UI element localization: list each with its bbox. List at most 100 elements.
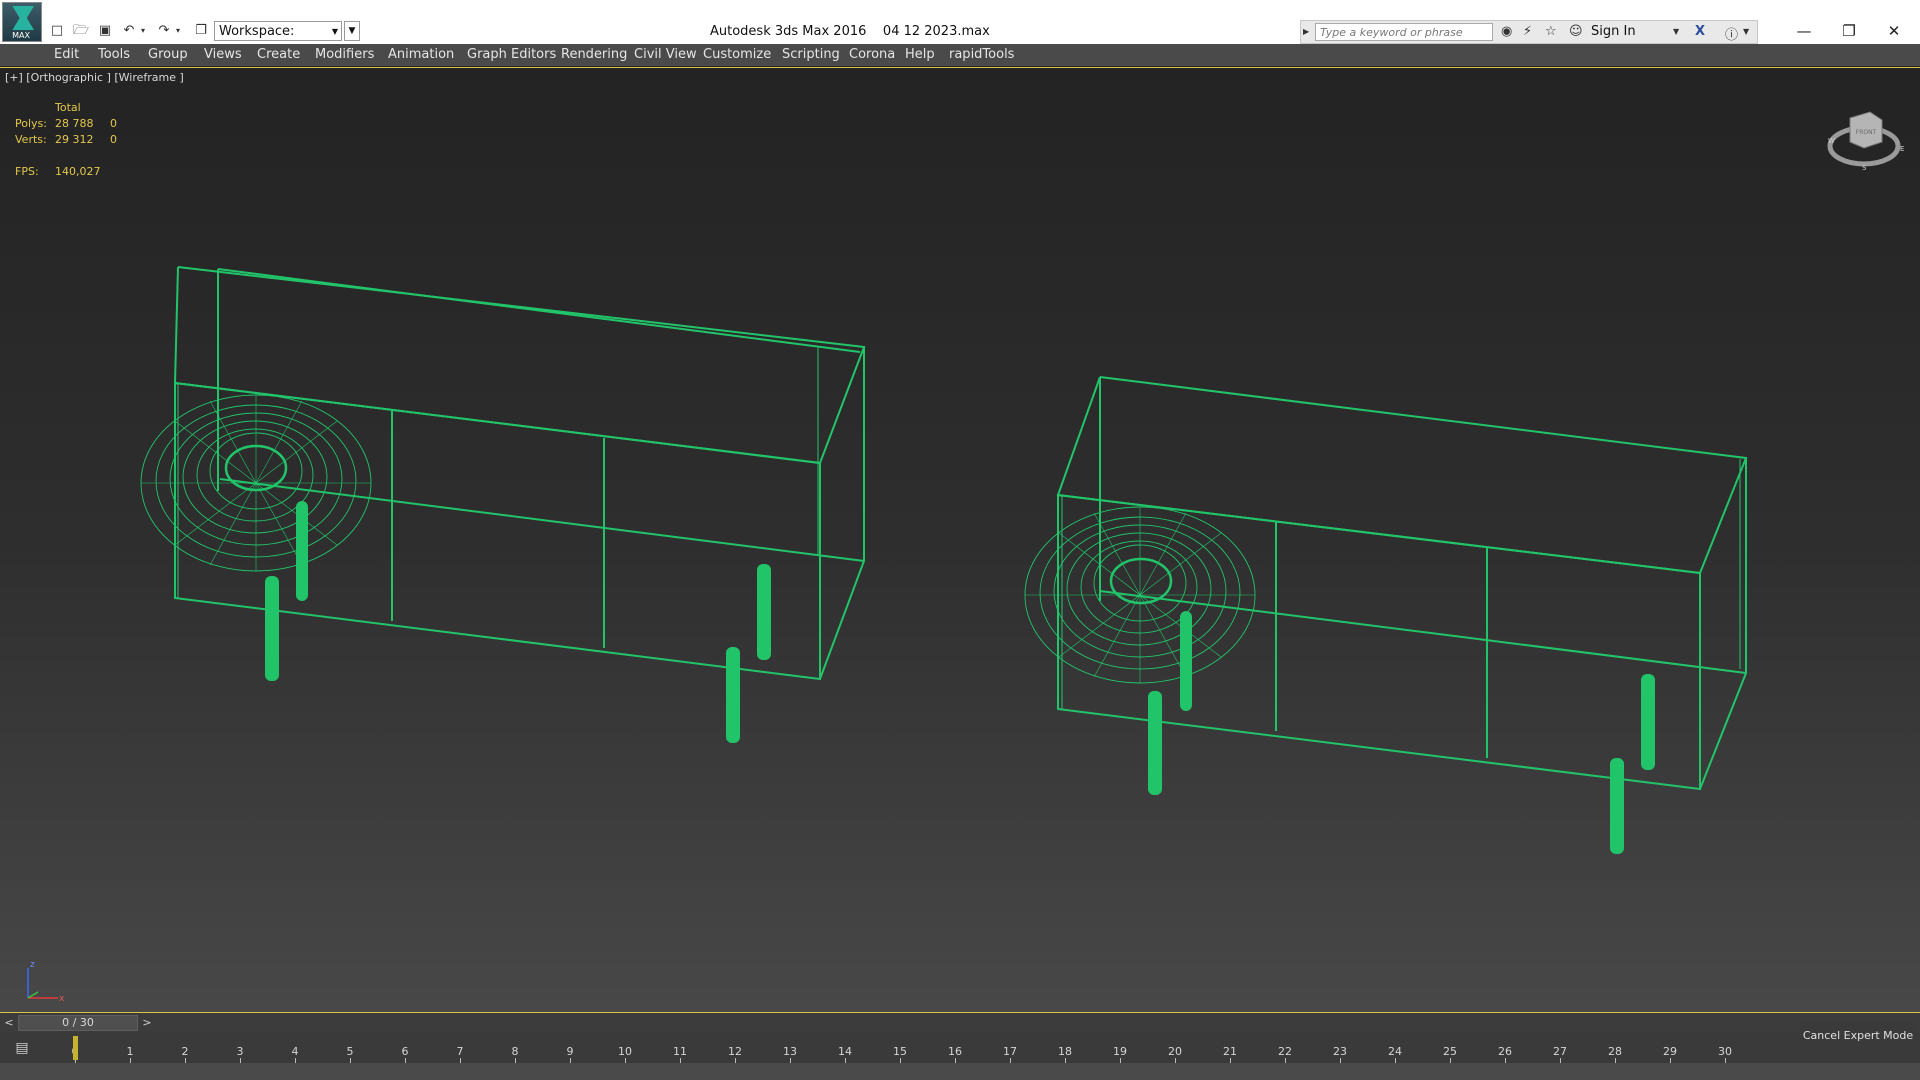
viewcube-e-label: E xyxy=(1900,145,1904,153)
frame-tick-label: 7 xyxy=(456,1045,464,1058)
viewcube-front-label: FRONT xyxy=(1856,129,1877,136)
collapse-arrow-icon[interactable]: ▶ xyxy=(1303,27,1309,36)
round-mirror-wireframe xyxy=(140,394,372,572)
menu-views[interactable]: Views xyxy=(204,46,242,64)
application-menu-button[interactable]: MAX xyxy=(2,2,42,42)
menu-edit[interactable]: Edit xyxy=(54,46,79,64)
current-frame-marker[interactable] xyxy=(73,1036,78,1060)
menu-corona[interactable]: Corona xyxy=(849,46,895,64)
open-file-icon[interactable]: 🗁 xyxy=(72,22,90,40)
cabinet-shelf-line xyxy=(1099,590,1747,674)
close-button[interactable]: ✕ xyxy=(1874,20,1914,42)
frame-tick-label: 12 xyxy=(728,1045,742,1058)
max-logo-icon xyxy=(12,6,34,30)
frame-tick-label: 20 xyxy=(1168,1045,1182,1058)
axis-x-label: x xyxy=(59,994,65,1004)
customize-quick-access-icon[interactable]: ▼ xyxy=(344,21,360,41)
undo-icon[interactable]: ↶ xyxy=(120,22,138,40)
mini-curve-editor-icon[interactable]: ▤ xyxy=(8,1036,36,1060)
frame-tick-label: 28 xyxy=(1608,1045,1622,1058)
frame-tick-label: 14 xyxy=(838,1045,852,1058)
sign-in-link[interactable]: Sign In xyxy=(1591,24,1636,39)
viewcube-w-label: W xyxy=(1828,137,1835,145)
menu-scripting[interactable]: Scripting xyxy=(782,46,840,64)
frame-tick-label: 3 xyxy=(236,1045,244,1058)
viewcube-s-label: S xyxy=(1862,164,1867,172)
user-icon: ☺ xyxy=(1569,24,1583,39)
status-strip xyxy=(0,1063,1920,1080)
frame-tick-label: 8 xyxy=(511,1045,519,1058)
axis-tripod-icon: z x xyxy=(27,960,65,1004)
frame-tick-label: 17 xyxy=(1003,1045,1017,1058)
menu-rapidtools[interactable]: rapidTools xyxy=(949,46,1014,64)
menu-animation[interactable]: Animation xyxy=(388,46,454,64)
frame-tick-label: 2 xyxy=(181,1045,189,1058)
frame-tick-label: 6 xyxy=(401,1045,409,1058)
menu-help[interactable]: Help xyxy=(905,46,935,64)
redo-icon[interactable]: ↷ xyxy=(155,22,173,40)
infocenter-toolbar: ▶ ◉ ⚡ ☆ ☺ Sign In ▼ X ⓘ ▼ xyxy=(1300,20,1758,44)
restore-button[interactable]: ❐ xyxy=(1829,20,1869,42)
menu-civil-view[interactable]: Civil View xyxy=(634,46,697,64)
cabinet-top-outline xyxy=(1056,376,1748,575)
frame-tick-label: 23 xyxy=(1333,1045,1347,1058)
frame-tick-label: 18 xyxy=(1058,1045,1072,1058)
frame-tick-label: 25 xyxy=(1443,1045,1457,1058)
frame-tick-label: 30 xyxy=(1718,1045,1732,1058)
legs-right xyxy=(1148,611,1655,854)
orthographic-viewport[interactable]: [+] [Orthographic ] [Wireframe ] Total P… xyxy=(0,67,1920,1013)
frame-tick-label: 10 xyxy=(618,1045,632,1058)
app-title: Autodesk 3ds Max 2016 04 12 2023.max xyxy=(710,24,990,39)
title-bar: MAX □ 🗁 ▣ ↶ ▾ ↷ ▾ ❐ Workspace: Default ▼… xyxy=(0,0,1920,59)
subscription-center-icon[interactable]: ⚡ xyxy=(1523,24,1532,39)
track-bar[interactable]: ▤ 01234567891011121314151617181920212223… xyxy=(0,1033,1920,1063)
menu-customize[interactable]: Customize xyxy=(703,46,771,64)
favorites-star-icon[interactable]: ☆ xyxy=(1545,24,1557,39)
cabinet-top-inner xyxy=(217,268,861,353)
frame-tick-label: 11 xyxy=(673,1045,687,1058)
frame-tick-label: 26 xyxy=(1498,1045,1512,1058)
time-slider-thumb[interactable]: 0 / 30 xyxy=(18,1015,138,1031)
help-icon[interactable]: ⓘ xyxy=(1725,24,1738,43)
frame-tick-label: 5 xyxy=(346,1045,354,1058)
menu-tools[interactable]: Tools xyxy=(98,46,130,64)
redo-dropdown-icon[interactable]: ▾ xyxy=(173,22,183,40)
menu-modifiers[interactable]: Modifiers xyxy=(315,46,374,64)
set-project-folder-icon[interactable]: ❐ xyxy=(192,22,210,40)
sign-in-dropdown-icon[interactable]: ▼ xyxy=(1673,27,1679,36)
minimize-button[interactable]: — xyxy=(1784,20,1824,42)
sideboard-model-left[interactable] xyxy=(140,266,866,743)
menu-graph-editors[interactable]: Graph Editors xyxy=(467,46,556,64)
help-dropdown-icon[interactable]: ▼ xyxy=(1743,27,1749,36)
wireframe-scene[interactable] xyxy=(0,68,1920,1013)
menu-rendering[interactable]: Rendering xyxy=(561,46,627,64)
legs-left xyxy=(265,501,771,743)
axis-z-label: z xyxy=(30,960,35,970)
menu-bar: Edit Tools Group Views Create Modifiers … xyxy=(0,44,1920,67)
cabinet-shelf-line xyxy=(219,478,865,562)
viewcube[interactable]: FRONT W E S xyxy=(1820,98,1910,178)
frame-tick-label: 19 xyxy=(1113,1045,1127,1058)
frame-tick-label: 9 xyxy=(566,1045,574,1058)
undo-dropdown-icon[interactable]: ▾ xyxy=(138,22,148,40)
cabinet-back-edges xyxy=(819,347,865,680)
sideboard-model-right[interactable] xyxy=(1024,376,1748,854)
exchange-apps-icon[interactable]: X xyxy=(1695,24,1705,39)
search-binoculars-icon[interactable]: ◉ xyxy=(1501,24,1512,39)
menu-group[interactable]: Group xyxy=(148,46,188,64)
new-file-icon[interactable]: □ xyxy=(48,22,66,40)
frame-tick-label: 21 xyxy=(1223,1045,1237,1058)
search-input[interactable] xyxy=(1315,23,1493,41)
workspace-dropdown[interactable]: Workspace: Default ▼ xyxy=(214,21,342,59)
time-slider[interactable]: < 0 / 30 > xyxy=(0,1013,1920,1033)
next-frame-button[interactable]: > xyxy=(140,1015,154,1031)
previous-frame-button[interactable]: < xyxy=(2,1015,16,1031)
cabinet-top-outline xyxy=(173,266,866,465)
save-file-icon[interactable]: ▣ xyxy=(96,22,114,40)
cancel-expert-mode-button[interactable]: Cancel Expert Mode xyxy=(1800,1022,1916,1050)
max-logo-label: MAX xyxy=(12,31,30,40)
round-mirror-wireframe xyxy=(1024,506,1256,684)
menu-create[interactable]: Create xyxy=(257,46,300,64)
frame-tick-label: 1 xyxy=(126,1045,134,1058)
frame-ruler[interactable]: 0123456789101112131415161718192021222324… xyxy=(48,1033,1748,1063)
